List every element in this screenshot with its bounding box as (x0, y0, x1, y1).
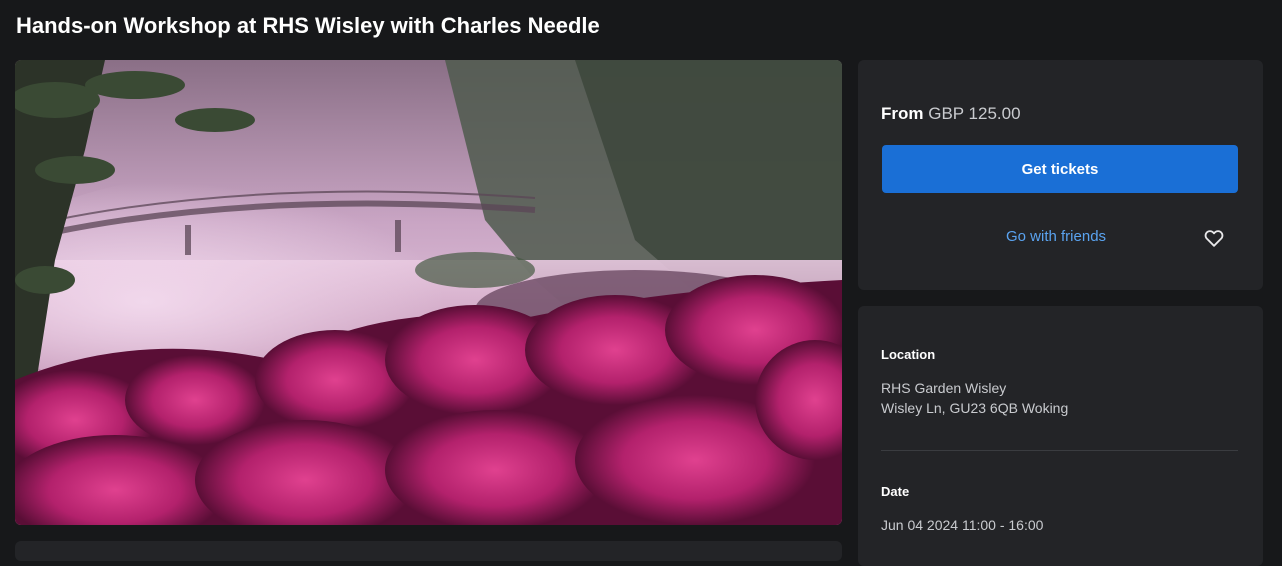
event-details-card: Location RHS Garden Wisley Wisley Ln, GU… (858, 306, 1263, 566)
date-value: Jun 04 2024 11:00 - 16:00 (881, 517, 1044, 533)
location-label: Location (881, 347, 936, 362)
price-prefix: From (881, 104, 924, 123)
venue-name: RHS Garden Wisley (881, 380, 1007, 396)
go-with-friends-link[interactable]: Go with friends (1006, 228, 1106, 245)
price-line: From GBP 125.00 (881, 104, 1021, 124)
ticket-card: From GBP 125.00 Get tickets Go with frie… (858, 60, 1263, 290)
description-card (15, 541, 842, 561)
get-tickets-button[interactable]: Get tickets (882, 145, 1238, 193)
venue-address: Wisley Ln, GU23 6QB Woking (881, 400, 1069, 416)
heart-icon[interactable] (1203, 227, 1225, 249)
page-title: Hands-on Workshop at RHS Wisley with Cha… (16, 13, 600, 38)
price-value: GBP 125.00 (928, 104, 1021, 123)
hero-photo (15, 60, 842, 525)
divider (881, 450, 1238, 451)
event-hero-image (15, 60, 842, 525)
date-label: Date (881, 484, 910, 499)
